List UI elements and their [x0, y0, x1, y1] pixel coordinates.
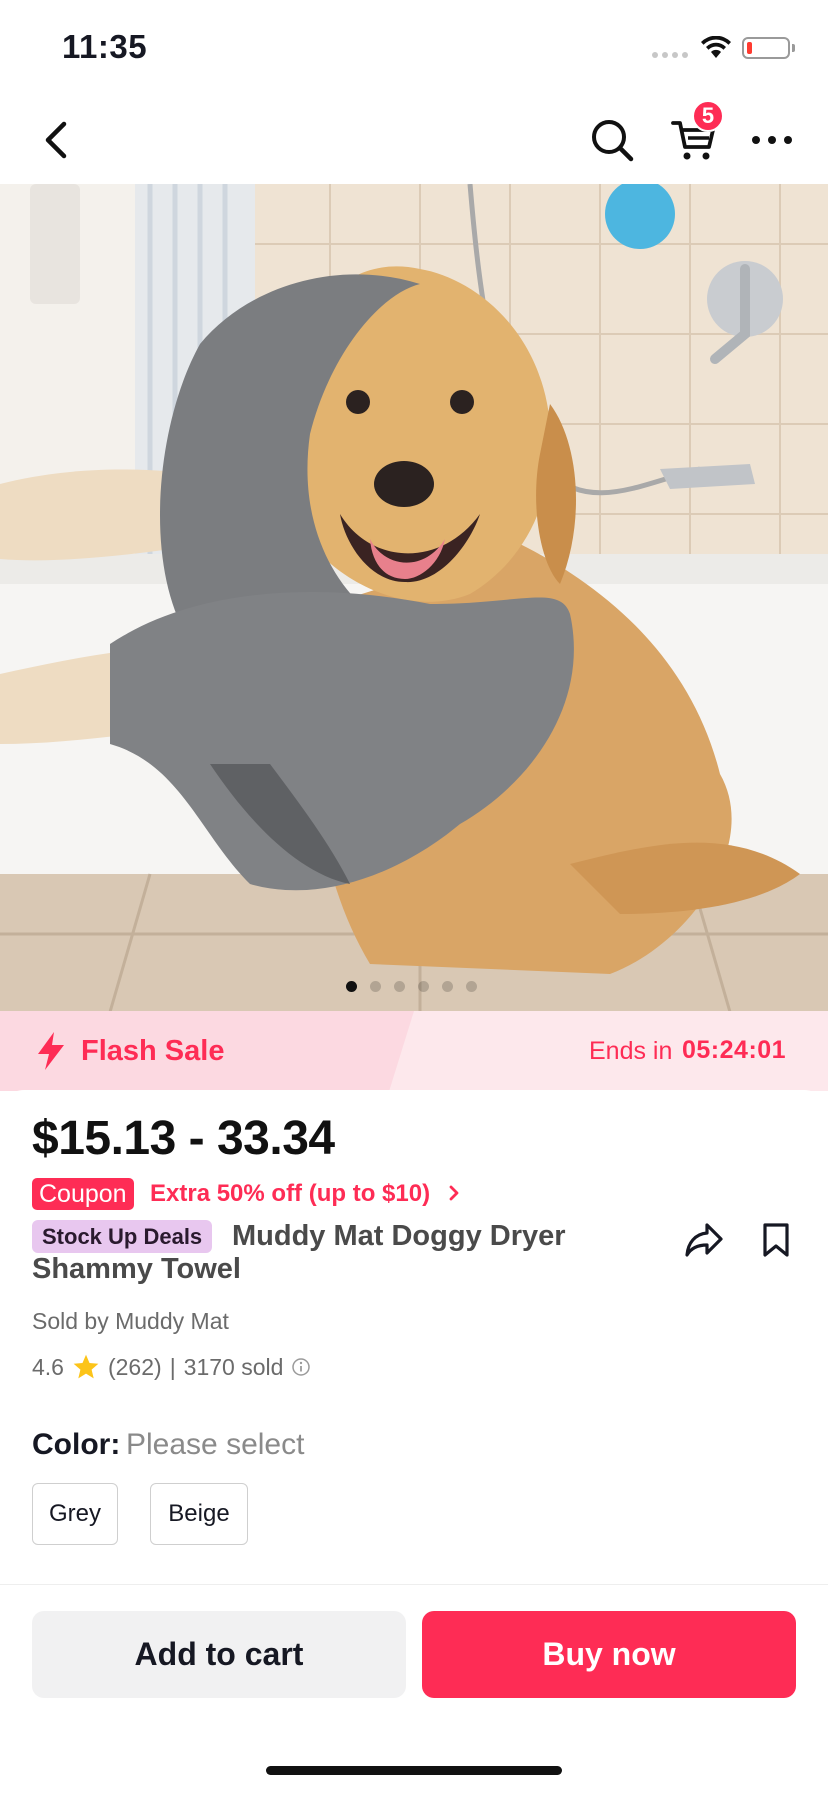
coupon-tag: Coupon: [32, 1178, 134, 1210]
carousel-dot[interactable]: [346, 981, 357, 992]
carousel-dots: [346, 981, 477, 992]
add-to-cart-button[interactable]: Add to cart: [32, 1611, 406, 1698]
price-range: $15.13 - 33.34: [32, 1112, 335, 1165]
product-title-continued: Shammy Towel: [32, 1253, 241, 1285]
buy-now-button[interactable]: Buy now: [422, 1611, 796, 1698]
search-icon: [592, 120, 634, 162]
chevron-right-icon: [449, 1185, 459, 1201]
battery-icon: [742, 37, 790, 59]
more-options-button[interactable]: [744, 110, 800, 170]
save-button[interactable]: [752, 1216, 800, 1264]
product-title: Muddy Mat Doggy Dryer: [232, 1220, 566, 1252]
color-option-grey[interactable]: Grey: [32, 1483, 118, 1545]
product-image[interactable]: [0, 184, 828, 1012]
review-count: (262): [107, 1353, 162, 1380]
carousel-dot[interactable]: [370, 981, 381, 992]
status-time: 11:35: [62, 28, 148, 65]
carousel-dot[interactable]: [418, 981, 429, 992]
sold-count: 3170 sold: [183, 1353, 284, 1380]
info-icon[interactable]: [291, 1357, 311, 1377]
share-button[interactable]: [680, 1216, 728, 1264]
battery-tip: [792, 44, 795, 52]
carousel-dot[interactable]: [442, 981, 453, 992]
wifi-icon: [700, 35, 732, 65]
color-placeholder: Please select: [126, 1428, 305, 1461]
color-option-beige[interactable]: Beige: [150, 1483, 248, 1545]
chevron-left-icon: [45, 121, 67, 159]
flash-sale-title: Flash Sale: [81, 1035, 225, 1067]
rating-value: 4.6: [32, 1353, 64, 1380]
carousel-dot[interactable]: [394, 981, 405, 992]
more-horizontal-icon: [752, 136, 792, 144]
bookmark-icon: [763, 1223, 789, 1257]
stock-up-deals-tag: Stock Up Deals: [32, 1220, 213, 1253]
star-icon: [73, 1354, 99, 1379]
back-button[interactable]: [32, 110, 80, 170]
color-label: Color:: [32, 1428, 121, 1461]
rating-row[interactable]: 4.6 (262) | 3170 sold: [32, 1353, 311, 1381]
search-button[interactable]: [584, 110, 640, 170]
coupon-offer-link[interactable]: Extra 50% off (up to $10): [150, 1180, 461, 1208]
countdown-timer: 05:24:01: [682, 1036, 787, 1064]
coupon-offer-text: Extra 50% off (up to $10): [150, 1180, 431, 1207]
share-icon: [685, 1223, 723, 1257]
home-indicator[interactable]: [266, 1766, 562, 1775]
cellular-signal-icon: [652, 52, 688, 58]
cart-count-badge: 5: [692, 100, 724, 132]
seller-name[interactable]: Sold by Muddy Mat: [32, 1308, 229, 1335]
lightning-icon: [36, 1032, 66, 1075]
carousel-dot[interactable]: [466, 981, 477, 992]
ends-in-label: Ends in: [589, 1037, 673, 1065]
separator: |: [169, 1353, 176, 1380]
